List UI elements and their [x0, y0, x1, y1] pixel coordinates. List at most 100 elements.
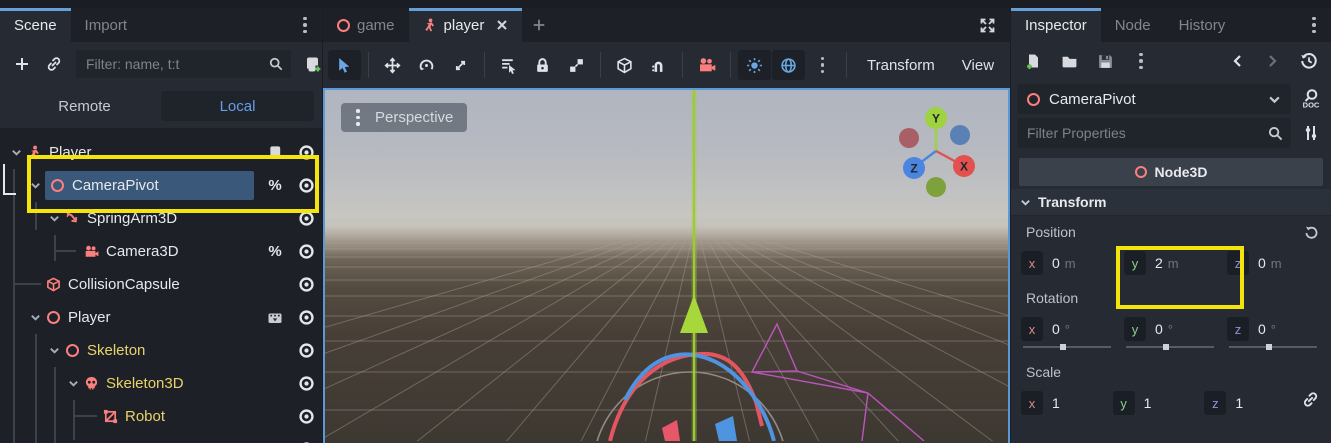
remote-tab[interactable]: Remote — [8, 91, 161, 121]
tree-row-player-root[interactable]: Player — [0, 136, 322, 169]
y-move-arrow[interactable] — [680, 295, 708, 333]
view-menu[interactable]: View — [949, 57, 1007, 74]
tab-inspector[interactable]: Inspector — [1011, 8, 1101, 42]
visibility-eye-icon[interactable] — [290, 243, 322, 260]
scale-y-field[interactable]: y 1 — [1113, 388, 1196, 418]
scale-x-field[interactable]: x 1 — [1021, 388, 1104, 418]
visibility-eye-icon[interactable] — [290, 276, 322, 293]
instance-scene-button[interactable] — [40, 50, 68, 78]
local-tab[interactable]: Local — [161, 91, 314, 121]
rotation-x-field[interactable]: x 0 ° — [1021, 314, 1115, 344]
tree-row-bullet[interactable]: Bullet — [0, 433, 322, 443]
slider-knob[interactable] — [1266, 344, 1272, 350]
expand-chevron-icon[interactable] — [63, 378, 83, 389]
slider-knob[interactable] — [1060, 344, 1066, 350]
move-tool-button[interactable] — [376, 50, 409, 80]
select-tool-button[interactable] — [328, 50, 361, 80]
node-selector[interactable]: CameraPivot — [1017, 84, 1291, 114]
expand-viewport-icon[interactable] — [979, 17, 996, 34]
z-rotation-ring[interactable] — [625, 354, 774, 441]
toggle-environment-button[interactable] — [772, 50, 805, 80]
tree-row-springarm3d[interactable]: SpringArm3D — [0, 202, 322, 235]
visibility-eye-icon[interactable] — [290, 144, 322, 161]
editable-children-badge-icon[interactable] — [260, 310, 290, 326]
add-node-button[interactable] — [8, 50, 36, 78]
toggle-sun-button[interactable] — [738, 50, 771, 80]
history-forward-button[interactable] — [1259, 47, 1287, 75]
camera-preview-button[interactable] — [690, 50, 723, 80]
scene-filter-input[interactable] — [84, 55, 269, 73]
position-y-field[interactable]: y 2 m — [1124, 248, 1218, 278]
ruler-mode-button[interactable] — [608, 50, 641, 80]
load-resource-button[interactable] — [1055, 47, 1083, 75]
select-list-button[interactable] — [492, 50, 525, 80]
property-filter-input[interactable] — [1025, 124, 1268, 142]
tree-row-collisioncapsule[interactable]: CollisionCapsule — [0, 268, 322, 301]
save-resource-button[interactable] — [1091, 47, 1119, 75]
snap-button[interactable] — [642, 50, 675, 80]
tree-row-skeleton3d[interactable]: Skeleton3D — [0, 367, 322, 400]
visibility-eye-icon[interactable] — [290, 408, 322, 425]
tab-history[interactable]: History — [1165, 8, 1240, 42]
sun-environment-menu-button[interactable] — [806, 50, 839, 80]
history-back-button[interactable] — [1223, 47, 1251, 75]
tab-node[interactable]: Node — [1101, 8, 1165, 42]
visibility-eye-icon[interactable] — [290, 177, 322, 194]
slider-knob[interactable] — [1163, 344, 1169, 350]
position-z-field[interactable]: z 0 m — [1227, 248, 1321, 278]
open-docs-button[interactable]: DOC — [1297, 85, 1325, 113]
expand-chevron-icon[interactable] — [44, 345, 64, 356]
tree-row-robot[interactable]: Robot — [0, 400, 322, 433]
expand-chevron-icon[interactable] — [25, 180, 45, 191]
neg-z-axis-ball[interactable] — [950, 125, 970, 145]
resource-menu-button[interactable] — [1127, 47, 1155, 75]
x-plane-handle[interactable] — [662, 420, 680, 441]
rotation-z-slider[interactable] — [1229, 346, 1317, 348]
new-tab-button[interactable] — [522, 8, 556, 42]
new-resource-button[interactable] — [1019, 47, 1047, 75]
expand-chevron-icon[interactable] — [44, 213, 64, 224]
rotation-gizmo[interactable] — [593, 354, 787, 441]
scale-z-field[interactable]: z 1 — [1204, 388, 1287, 418]
rotation-y-slider[interactable] — [1126, 346, 1214, 348]
neg-y-axis-ball[interactable] — [926, 177, 946, 197]
class-header-node3d[interactable]: Node3D — [1019, 158, 1323, 186]
rotation-z-field[interactable]: z 0 ° — [1227, 314, 1321, 344]
object-history-button[interactable] — [1295, 47, 1323, 75]
tree-row-camera3d[interactable]: Camera3D % — [0, 235, 322, 268]
revert-position-button[interactable] — [1304, 225, 1319, 240]
tab-game-scene[interactable]: game — [323, 8, 409, 42]
neg-x-axis-ball[interactable] — [899, 128, 919, 148]
dock-menu-icon[interactable] — [1305, 17, 1323, 34]
tree-row-player-instance[interactable]: Player — [0, 301, 322, 334]
tree-row-camerapivot[interactable]: CameraPivot % — [0, 169, 322, 202]
expand-chevron-icon[interactable] — [25, 312, 45, 323]
tab-scene[interactable]: Scene — [0, 8, 71, 42]
unique-name-badge[interactable]: % — [260, 177, 290, 194]
visibility-eye-icon[interactable] — [290, 375, 322, 392]
tab-import[interactable]: Import — [71, 8, 142, 42]
group-nodes-button[interactable] — [560, 50, 593, 80]
scale-tool-button[interactable] — [444, 50, 477, 80]
close-tab-icon[interactable] — [496, 19, 508, 31]
transform-group-header[interactable]: Transform — [1011, 189, 1331, 216]
transform-menu[interactable]: Transform — [854, 57, 948, 74]
axis-navigation-gizmo[interactable]: Y X Z — [876, 94, 996, 204]
rotation-x-slider[interactable] — [1023, 346, 1111, 348]
unique-name-badge[interactable]: % — [260, 243, 290, 260]
x-rotation-ring[interactable] — [610, 354, 762, 441]
lock-node-button[interactable] — [526, 50, 559, 80]
visibility-eye-icon[interactable] — [290, 342, 322, 359]
tree-row-skeleton[interactable]: Skeleton — [0, 334, 322, 367]
expand-chevron-icon[interactable] — [6, 147, 26, 158]
inspector-tools-button[interactable] — [1297, 119, 1325, 147]
z-plane-handle[interactable] — [715, 416, 737, 441]
rotate-tool-button[interactable] — [410, 50, 443, 80]
visibility-eye-icon[interactable] — [290, 309, 322, 326]
dock-menu-icon[interactable] — [296, 17, 314, 34]
rotation-y-field[interactable]: y 0 ° — [1124, 314, 1218, 344]
projection-menu-button[interactable]: Perspective — [341, 103, 467, 132]
viewport-3d[interactable]: Perspective Y X Z — [323, 88, 1010, 443]
y-axis-gizmo[interactable] — [680, 90, 708, 441]
scale-link-button[interactable] — [1302, 391, 1319, 413]
